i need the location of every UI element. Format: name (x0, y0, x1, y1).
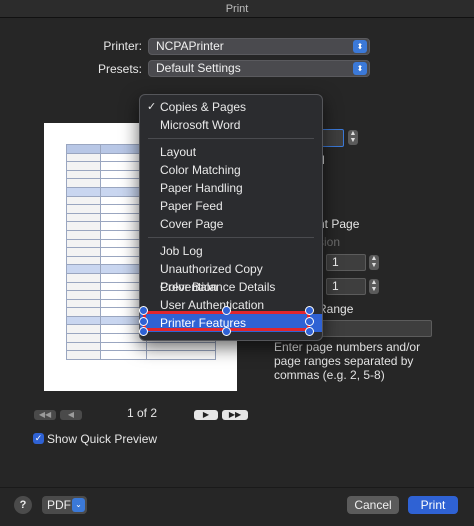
page-range-field[interactable] (318, 320, 432, 337)
up-down-chevron-icon: ⬍ (353, 62, 367, 75)
pdf-label: PDF (47, 498, 71, 512)
menu-item-label: Job Log (160, 244, 203, 258)
copies-stepper-icon[interactable]: ▲ ▼ (369, 255, 379, 270)
menu-item-label: Layout (160, 145, 197, 159)
resize-handle-icon (139, 306, 148, 315)
next-page-button[interactable]: ▶ (194, 410, 218, 420)
resize-handle-icon (139, 327, 148, 336)
menu-item-label: Cover Page (160, 217, 224, 231)
printer-popup[interactable]: NCPAPrinter ⬍ (148, 38, 370, 55)
menu-item-label: Microsoft Word (160, 118, 241, 132)
menu-item-label: Paper Feed (160, 199, 223, 213)
menu-item-paper-handling[interactable]: Paper Handling (140, 179, 322, 197)
menu-item-unauthorized-copy-prevention[interactable]: Unauthorized Copy Prevention (140, 260, 322, 294)
menu-item-label: Color Balance Details (160, 280, 276, 294)
menu-item-job-log[interactable]: Job Log (140, 242, 322, 260)
menu-item-label: Paper Handling (160, 181, 243, 195)
show-quick-preview-checkbox[interactable]: ✓ (33, 433, 44, 444)
resize-handle-icon (305, 306, 314, 315)
menu-separator (148, 237, 314, 238)
menu-item-color-balance-details[interactable]: Color Balance Details (140, 278, 322, 296)
footer-divider (0, 487, 474, 488)
resize-handle-icon (305, 327, 314, 336)
resize-handle-icon (305, 317, 314, 326)
stepper-icon[interactable]: ▲ ▼ (348, 130, 358, 145)
resize-handle-icon (222, 306, 231, 315)
page-range-help-text: Enter page numbers and/or page ranges se… (274, 340, 421, 382)
copies-field[interactable]: 1 (326, 254, 366, 271)
up-down-chevron-icon: ⬍ (353, 40, 367, 53)
menu-item-label: User Authentication (160, 298, 265, 312)
menu-item-paper-feed[interactable]: Paper Feed (140, 197, 322, 215)
print-button[interactable]: Print (408, 496, 458, 514)
partial-label-range: Range (318, 302, 354, 316)
pages-from-field[interactable]: 1 (326, 278, 366, 295)
window-title: Print (0, 0, 474, 18)
cancel-button[interactable]: Cancel (347, 496, 399, 514)
pane-popup-menu: ✓ Copies & Pages Microsoft Word Layout C… (139, 94, 323, 341)
printer-value: NCPAPrinter (156, 39, 224, 53)
first-page-button[interactable]: ◀◀ (34, 410, 56, 420)
presets-value: Default Settings (156, 61, 241, 75)
menu-item-label: Copies & Pages (160, 100, 247, 114)
presets-label: Presets: (97, 62, 142, 76)
chevron-down-icon: ⌄ (72, 498, 85, 512)
help-button[interactable]: ? (14, 496, 32, 514)
last-page-button[interactable]: ▶▶ (222, 410, 248, 420)
previous-page-button[interactable]: ◀ (60, 410, 82, 420)
pages-stepper-icon[interactable]: ▲ ▼ (369, 279, 379, 294)
menu-item-copies-pages[interactable]: ✓ Copies & Pages (140, 98, 322, 116)
menu-item-label: Color Matching (160, 163, 241, 177)
menu-separator (148, 138, 314, 139)
printer-label: Printer: (103, 39, 142, 53)
presets-popup[interactable]: Default Settings ⬍ (148, 60, 370, 77)
menu-item-layout[interactable]: Layout (140, 143, 322, 161)
partial-label-page: nt Page (318, 217, 360, 231)
checkmark-icon: ✓ (147, 101, 157, 113)
menu-item-cover-page[interactable]: Cover Page (140, 215, 322, 233)
page-counter: 1 of 2 (127, 406, 158, 420)
menu-item-microsoft-word[interactable]: Microsoft Word (140, 116, 322, 134)
resize-handle-icon (222, 327, 231, 336)
menu-item-color-matching[interactable]: Color Matching (140, 161, 322, 179)
resize-handle-icon (139, 317, 148, 326)
show-quick-preview-label: Show Quick Preview (47, 432, 158, 446)
pdf-menu-button[interactable]: PDF ⌄ (42, 496, 87, 514)
